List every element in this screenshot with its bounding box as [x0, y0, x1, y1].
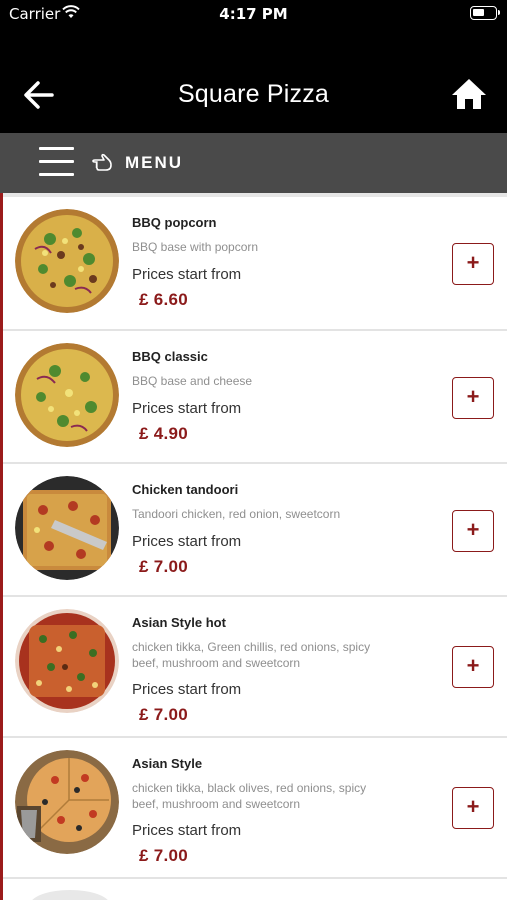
item-name: BBQ classic: [132, 349, 208, 364]
item-description: chicken tikka, Green chillis, red onions…: [132, 640, 371, 670]
item-name: Chicken tandoori: [132, 482, 239, 497]
prices-label: Prices start from: [132, 266, 242, 283]
item-name: Asian Style: [132, 756, 203, 771]
item-price: £ 7.00: [139, 557, 189, 576]
item-price: £ 7.00: [139, 846, 189, 865]
pizza-thumbnail-icon: [15, 209, 119, 313]
prices-label: Prices start from: [132, 681, 242, 698]
status-bar: Carrier 4:17 PM: [0, 0, 507, 30]
add-button[interactable]: +: [452, 377, 494, 419]
add-button[interactable]: +: [452, 646, 494, 688]
list-item[interactable]: Asian Style chicken tikka, black olives,…: [3, 738, 507, 879]
prices-label: Prices start from: [132, 400, 242, 417]
list-item[interactable]: BBQ classic BBQ base and cheese Prices s…: [3, 331, 507, 464]
prices-label: Prices start from: [132, 533, 242, 550]
pizza-thumbnail-icon: [30, 890, 110, 900]
list-item[interactable]: Chicken tandoori Tandoori chicken, red o…: [3, 464, 507, 597]
list-item[interactable]: BBQ popcorn BBQ base with popcorn Prices…: [3, 197, 507, 331]
battery-icon: [470, 6, 500, 20]
add-button[interactable]: +: [452, 787, 494, 829]
item-name: Asian Style hot: [132, 615, 226, 630]
pizza-thumbnail-icon: [15, 750, 119, 854]
hamburger-icon[interactable]: [39, 145, 74, 178]
clock: 4:17 PM: [219, 5, 288, 23]
page-title: Square Pizza: [177, 80, 330, 108]
list-item[interactable]: Asian Style hot chicken tikka, Green chi…: [3, 597, 507, 738]
menu-bar: MENU: [0, 133, 507, 193]
add-button[interactable]: +: [452, 510, 494, 552]
pizza-thumbnail-icon: [15, 343, 119, 447]
menu-label[interactable]: MENU: [125, 153, 183, 173]
item-description: chicken tikka, black olives, red onions,…: [132, 781, 367, 811]
pizza-thumbnail-icon: [15, 476, 119, 580]
header: Square Pizza: [0, 30, 507, 133]
item-description: BBQ base with popcorn: [132, 240, 259, 254]
item-price: £ 7.00: [139, 705, 189, 724]
item-description: BBQ base and cheese: [132, 374, 253, 388]
pizza-thumbnail-icon: [15, 609, 119, 713]
item-name: BBQ popcorn: [132, 215, 217, 230]
product-list: BBQ popcorn BBQ base with popcorn Prices…: [3, 197, 507, 879]
item-price: £ 6.60: [139, 290, 189, 309]
item-description: Tandoori chicken, red onion, sweetcorn: [132, 507, 341, 521]
item-price: £ 4.90: [139, 424, 189, 443]
home-icon[interactable]: [451, 77, 487, 111]
pointing-hand-icon: [92, 153, 112, 171]
prices-label: Prices start from: [132, 822, 242, 839]
add-button[interactable]: +: [452, 243, 494, 285]
